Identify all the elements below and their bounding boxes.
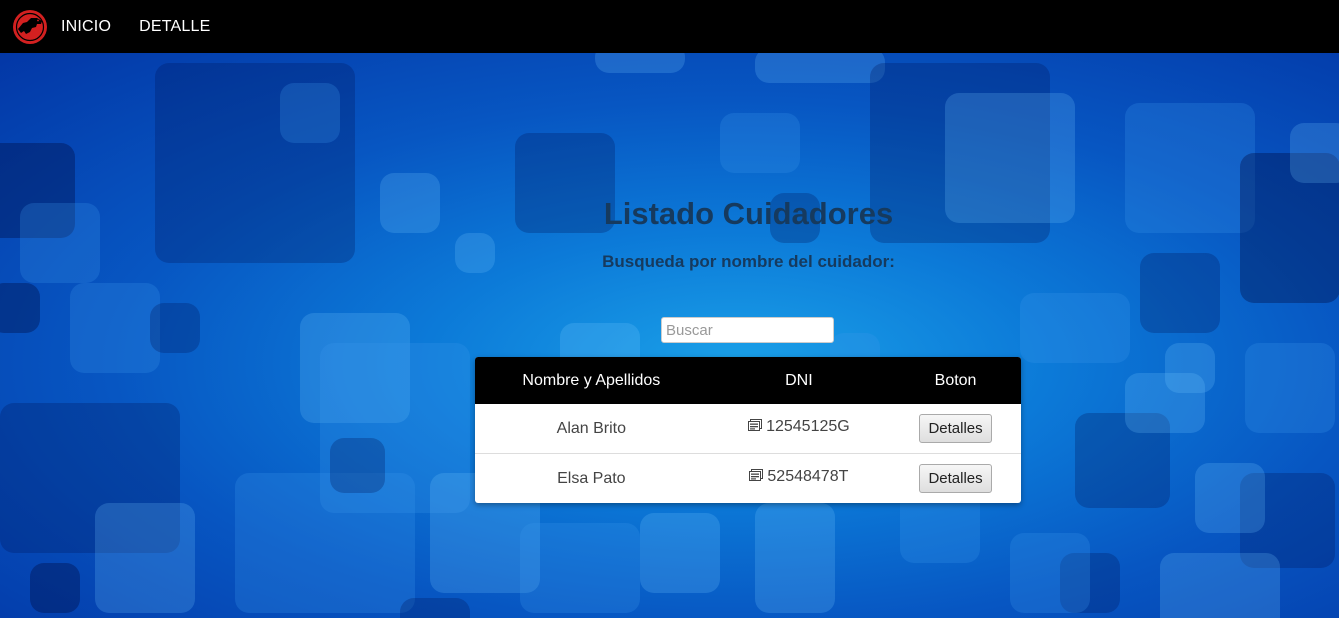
caretaker-dni: 52548478T: [767, 468, 849, 485]
dinosaur-logo-icon[interactable]: [12, 9, 48, 45]
details-button[interactable]: Detalles: [919, 414, 992, 443]
table-row: Elsa Pato 52548478T Detalles: [475, 453, 1021, 503]
nav-link-detalle[interactable]: DETALLE: [139, 18, 210, 36]
table-row: Alan Brito 12545125G Detalles: [475, 404, 1021, 454]
action-cell: Detalles: [890, 453, 1021, 503]
id-card-icon: [749, 468, 764, 481]
caretaker-dni: 12545125G: [766, 418, 850, 435]
caretaker-name: Elsa Pato: [475, 453, 708, 503]
nav-link-inicio[interactable]: INICIO: [61, 18, 111, 36]
table-header-row: Nombre y Apellidos DNI Boton: [475, 357, 1021, 404]
column-header-dni: DNI: [785, 371, 813, 389]
search-input[interactable]: [661, 317, 834, 343]
dni-cell: 12545125G: [708, 404, 890, 454]
column-header-button: Boton: [934, 371, 977, 389]
page-title: Listado Cuidadores: [603, 196, 894, 231]
details-button[interactable]: Detalles: [919, 464, 992, 493]
dni-cell: 52548478T: [707, 453, 891, 503]
top-navbar: INICIO DETALLE: [0, 0, 1339, 53]
column-header-name: Nombre y Apellidos: [522, 371, 661, 389]
caretakers-table: Nombre y Apellidos DNI Boton Alan Brito: [475, 357, 1021, 503]
action-cell: Detalles: [890, 404, 1021, 454]
search-label: Busqueda por nombre del cuidador:: [602, 252, 895, 271]
caretaker-name: Alan Brito: [556, 419, 627, 437]
id-card-icon: [748, 418, 763, 431]
